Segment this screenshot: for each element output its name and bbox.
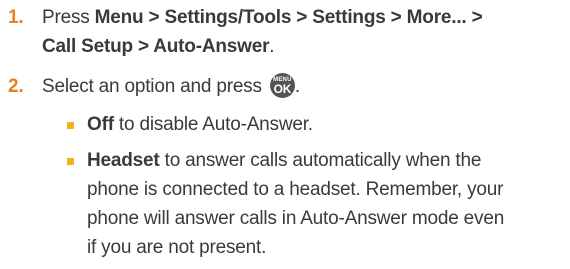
- step-text-prefix: Press: [42, 7, 95, 28]
- key-label-bottom: OK: [273, 82, 292, 96]
- bullet-square-icon: [67, 158, 74, 165]
- step-number: 2.: [8, 76, 24, 97]
- menu-ok-key-icon: MENU OK: [269, 73, 295, 98]
- option-text: Headset to answer calls automatically wh…: [87, 146, 565, 262]
- option-name: Headset: [87, 150, 160, 171]
- step-instruction: Select an option and press: [42, 76, 267, 97]
- step-text: Press Menu > Settings/Tools > Settings >…: [42, 3, 562, 61]
- menu-path: Menu > Settings/Tools > Settings > More.…: [94, 7, 483, 28]
- option-line: if you are not present.: [87, 237, 267, 258]
- option-name: Off: [87, 114, 114, 135]
- step-line: Call Setup > Auto-Answer.: [42, 32, 562, 61]
- step-number: 1.: [8, 7, 24, 28]
- option-description: to disable Auto-Answer.: [113, 114, 313, 135]
- option-line: Headset to answer calls automatically wh…: [87, 146, 565, 175]
- option-headset: Headset to answer calls automatically wh…: [65, 146, 565, 262]
- instruction-page: 1. Press Menu > Settings/Tools > Setting…: [0, 0, 570, 258]
- option-line: Off to disable Auto-Answer.: [87, 110, 565, 139]
- option-off: Off to disable Auto-Answer.: [65, 110, 565, 139]
- option-list: Off to disable Auto-Answer. Headset to a…: [65, 110, 565, 269]
- option-line: phone is connected to a headset. Remembe…: [87, 179, 504, 200]
- option-line: phone will answer calls in Auto-Answer m…: [87, 208, 505, 229]
- step-line: Press Menu > Settings/Tools > Settings >…: [42, 3, 562, 32]
- menu-path-continued: Call Setup > Auto-Answer: [42, 36, 270, 57]
- step-text-suffix: .: [294, 76, 300, 97]
- bullet-square-icon: [67, 122, 74, 129]
- step-text-suffix: .: [269, 36, 275, 57]
- step-text: Select an option and press MENU OK.: [42, 72, 562, 101]
- option-description: to answer calls automatically when the: [159, 150, 482, 171]
- option-text: Off to disable Auto-Answer.: [87, 110, 565, 139]
